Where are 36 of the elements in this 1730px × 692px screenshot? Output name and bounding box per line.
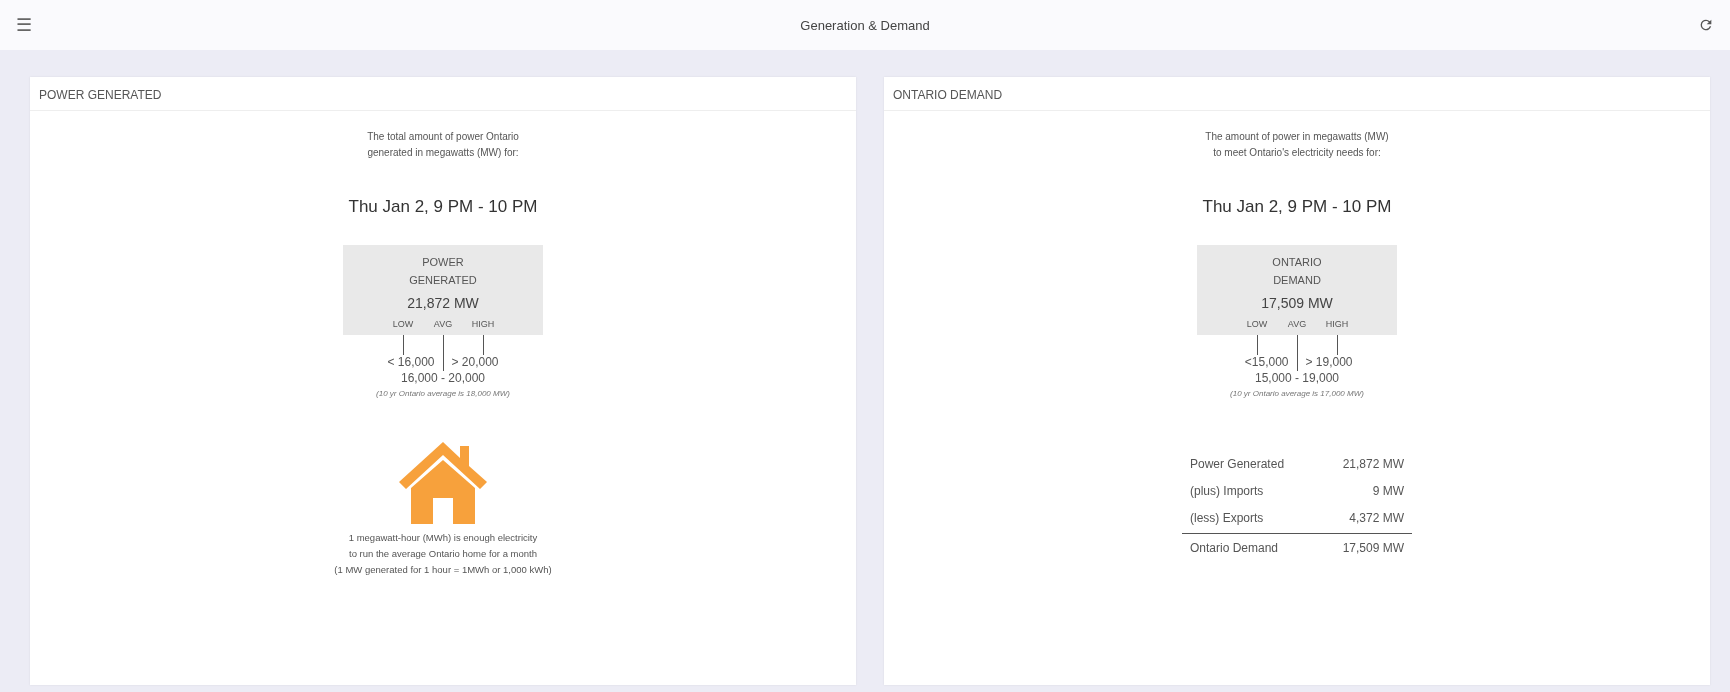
balance-label: (less) Exports [1190, 510, 1264, 525]
description-text: The amount of power in megawatts (MW) to meet Ontario's electricity needs for: [1205, 130, 1389, 160]
info-text: 1 megawatt-hour (MWh) is enough electricity to run the average Ontario home for a month (1 MW generated for 1 hour = 1MWh or 1,000 kWh) [334, 531, 552, 577]
level-label: HIGH [1324, 319, 1350, 329]
level-label: LOW [1245, 319, 1269, 329]
gauge-value: 21,872 MW [407, 295, 479, 311]
panel-title: POWER GENERATED [39, 88, 162, 102]
low-range: <15,000 [1243, 355, 1289, 369]
average-note: (10 yr Ontario average is 17,000 MW) [1230, 389, 1364, 398]
balance-label: (plus) Imports [1190, 483, 1264, 498]
level-label: AVG [1286, 319, 1308, 329]
total-value: 17,509 MW [1342, 540, 1404, 555]
date-range: Thu Jan 2, 9 PM - 10 PM [348, 197, 538, 217]
level-label: HIGH [470, 319, 496, 329]
panel-title: ONTARIO DEMAND [893, 88, 1003, 102]
balance-value: 9 MW [1372, 483, 1404, 498]
refresh-icon [1698, 17, 1714, 33]
date-range: Thu Jan 2, 9 PM - 10 PM [1202, 197, 1392, 217]
gauge-label: ONTARIO DEMAND [1272, 255, 1322, 288]
total-label: Ontario Demand [1190, 540, 1279, 555]
balance-value: 21,872 MW [1342, 456, 1404, 471]
menu-button[interactable]: ☰ [12, 12, 36, 38]
gauge-value: 17,509 MW [1261, 295, 1333, 311]
high-range: > 20,000 [451, 355, 500, 369]
low-range: < 16,000 [386, 355, 435, 369]
level-label: LOW [391, 319, 415, 329]
balance-value: 4,372 MW [1349, 510, 1404, 525]
gauge-label: POWER GENERATED [409, 255, 477, 288]
level-label: AVG [432, 319, 454, 329]
average-range: 16,000 - 20,000 [400, 371, 486, 385]
balance-label: Power Generated [1190, 456, 1285, 471]
average-range: 15,000 - 19,000 [1254, 371, 1340, 385]
average-note: (10 yr Ontario average is 18,000 MW) [376, 389, 510, 398]
description-text: The total amount of power Ontario generated in megawatts (MW) for: [367, 130, 519, 160]
app-title: Generation & Demand [800, 17, 930, 33]
high-range: > 19,000 [1305, 355, 1354, 369]
